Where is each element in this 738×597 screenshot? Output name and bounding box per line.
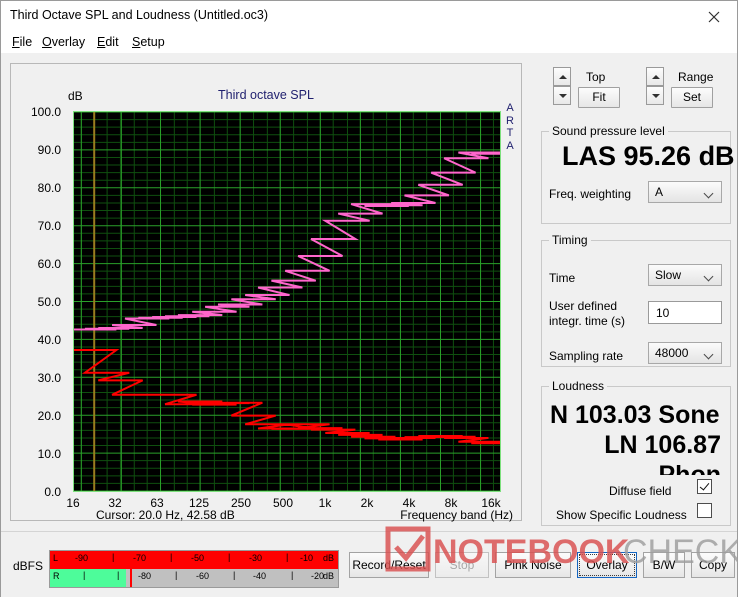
top-spinner-up[interactable] <box>553 67 571 86</box>
y-tick-label: 50.0 <box>37 295 61 309</box>
freq-weighting-label: Freq. weighting <box>549 187 632 201</box>
graph-title: Third octave SPL <box>218 88 314 102</box>
plot-canvas <box>74 112 500 491</box>
x-axis-title: Frequency band (Hz) <box>400 508 513 522</box>
time-select[interactable]: Slow <box>648 264 722 286</box>
spin-up-icon <box>652 75 660 79</box>
top-fit-button[interactable]: Fit <box>578 87 620 108</box>
sampling-rate-label: Sampling rate <box>549 349 624 363</box>
sampling-rate-select[interactable]: 48000 <box>648 342 722 364</box>
level-tick: -80 <box>138 571 152 581</box>
title-bar: Third Octave SPL and Loudness (Untitled.… <box>1 1 737 31</box>
range-spinner[interactable] <box>646 67 664 105</box>
window-title: Third Octave SPL and Loudness (Untitled.… <box>10 8 269 22</box>
dbfs-label: dBFS <box>13 559 44 573</box>
x-tick-label: 500 <box>272 496 294 510</box>
y-tick-label: 30.0 <box>37 371 61 385</box>
menu-file[interactable]: File <box>8 34 36 50</box>
freq-weighting-select[interactable]: A <box>648 181 722 203</box>
record-reset-button[interactable]: Record/Reset <box>349 552 429 578</box>
graph-pane: dB Third octave SPL ARTA 100.0 90.0 80.0… <box>1 53 531 531</box>
spl-group-title: Sound pressure level <box>549 124 668 138</box>
loudness-phon-value: LN 106.87 <box>604 431 721 459</box>
level-meter-right-fill <box>50 569 126 587</box>
integr-time-label-1: User defined <box>549 299 618 313</box>
integr-time-value: 10 <box>656 306 670 320</box>
integr-time-input[interactable]: 10 <box>648 301 722 324</box>
level-meter-left-unit: dB <box>322 553 334 563</box>
range-label: Range <box>678 70 714 84</box>
y-tick-label: 10.0 <box>37 447 61 461</box>
top-spinner[interactable] <box>553 67 571 105</box>
y-tick-label: 70.0 <box>37 219 61 233</box>
level-tick: -10 <box>300 553 314 563</box>
y-tick-label: 20.0 <box>37 409 61 423</box>
level-tick: -90 <box>75 553 89 563</box>
close-icon <box>708 11 720 23</box>
chevron-down-icon <box>705 189 714 198</box>
level-tick: -40 <box>253 571 267 581</box>
spl-value: LAS 95.26 dB <box>562 141 735 171</box>
menu-setup[interactable]: Setup <box>128 34 169 50</box>
x-tick-label: 2k <box>360 496 374 510</box>
level-tick: -30 <box>249 553 263 563</box>
chevron-down-icon <box>705 272 714 281</box>
controls-pane: Top Fit Range Set Sound pressure level L… <box>531 53 737 531</box>
arta-watermark-label: ARTA <box>506 102 514 152</box>
plot-area[interactable] <box>73 111 501 492</box>
close-button[interactable] <box>692 1 737 30</box>
show-specific-loudness-checkbox[interactable] <box>697 503 712 518</box>
overlay-button[interactable]: Overlay <box>577 552 637 578</box>
level-meter: L -90 -70 -50 -30 -10 | | | | dB R | -80… <box>49 550 339 588</box>
menu-bar: File Overlay Edit Setup <box>1 31 737 53</box>
integr-time-label-2: integr. time (s) <box>549 314 626 328</box>
sampling-rate-value: 48000 <box>655 346 689 360</box>
show-specific-loudness-label: Show Specific Loudness <box>556 506 687 524</box>
x-tick-label: 16 <box>66 496 80 510</box>
diffuse-field-checkbox[interactable] <box>697 479 712 494</box>
top-spinner-down[interactable] <box>553 86 571 105</box>
graph-frame: dB Third octave SPL ARTA 100.0 90.0 80.0… <box>10 63 522 522</box>
chevron-down-icon <box>705 350 714 359</box>
pink-noise-button[interactable]: Pink Noise <box>495 552 571 578</box>
loudness-group-title: Loudness <box>549 379 608 393</box>
range-spinner-up[interactable] <box>646 67 664 86</box>
spin-down-icon <box>559 94 567 98</box>
level-meter-right-row: R | -80 -60 -40 -20 | | | | dB <box>50 569 338 587</box>
spin-up-icon <box>559 75 567 79</box>
bw-button[interactable]: B/W <box>643 552 685 578</box>
range-set-button[interactable]: Set <box>671 87 713 108</box>
x-tick-label: 1k <box>318 496 332 510</box>
time-value: Slow <box>655 268 682 282</box>
level-meter-left-row: L -90 -70 -50 -30 -10 | | | | dB <box>50 551 338 569</box>
freq-weighting-value: A <box>655 185 664 199</box>
y-tick-label: 80.0 <box>37 181 61 195</box>
application-window: Third Octave SPL and Loudness (Untitled.… <box>0 0 738 597</box>
loudness-sone-value: N 103.03 Sone <box>550 401 720 429</box>
y-tick-label: 90.0 <box>37 143 61 157</box>
range-spinner-down[interactable] <box>646 86 664 105</box>
y-tick-label: 60.0 <box>37 257 61 271</box>
level-meter-right-peak <box>130 569 132 587</box>
time-label: Time <box>549 271 576 285</box>
diffuse-field-label: Diffuse field <box>609 482 672 500</box>
level-meter-left-channel: L <box>53 553 59 563</box>
level-meter-right-unit: dB <box>322 571 334 581</box>
level-tick: -50 <box>191 553 205 563</box>
y-tick-label: 100.0 <box>30 105 61 119</box>
level-tick: -60 <box>196 571 210 581</box>
cursor-readout: Cursor: 20.0 Hz, 42.58 dB <box>96 508 235 522</box>
level-meter-right-channel: R <box>53 571 60 581</box>
loudness-phon-unit: Phon <box>658 461 722 475</box>
menu-edit[interactable]: Edit <box>93 34 123 50</box>
level-tick: -70 <box>133 553 147 563</box>
top-label: Top <box>586 70 606 84</box>
menu-overlay[interactable]: Overlay <box>38 34 89 50</box>
y-tick-label: 40.0 <box>37 333 61 347</box>
spin-down-icon <box>652 94 660 98</box>
timing-group-title: Timing <box>549 233 591 247</box>
stop-button[interactable]: Stop <box>435 552 489 578</box>
copy-button[interactable]: Copy <box>691 552 735 578</box>
